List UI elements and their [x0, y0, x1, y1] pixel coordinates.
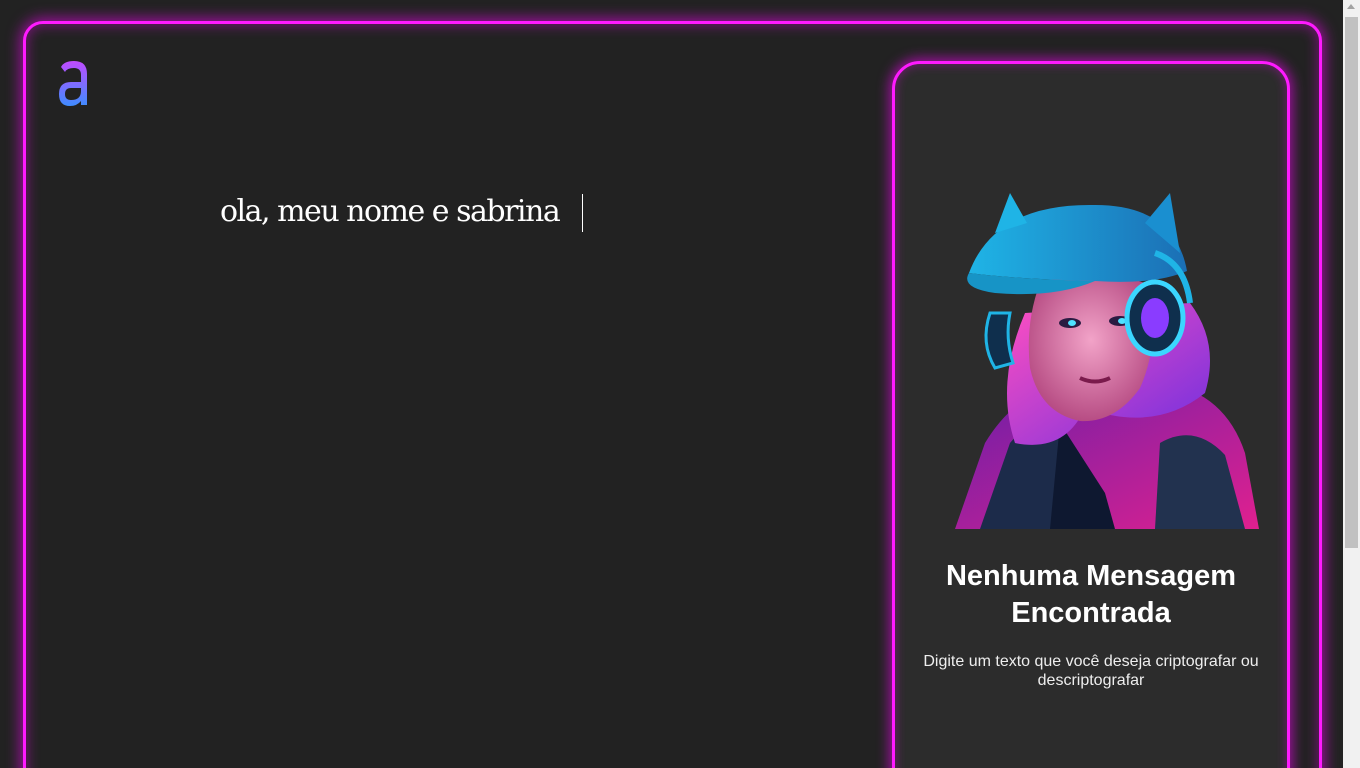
- message-input[interactable]: ola, meu nome e sabrina: [220, 190, 820, 730]
- a-letter-logo-icon: [59, 61, 87, 106]
- text-caret: [582, 194, 583, 232]
- result-title: Nenhuma Mensagem Encontrada: [945, 560, 1237, 629]
- cyberpunk-girl-headphones-illustration: [955, 193, 1259, 529]
- page-viewport: ola, meu nome e sabrina Nenhuma Mensagem…: [0, 0, 1343, 768]
- result-description: Digite um texto que você deseja criptogr…: [923, 653, 1259, 689]
- vertical-scrollbar[interactable]: [1343, 0, 1360, 768]
- scrollbar-thumb[interactable]: [1345, 17, 1358, 548]
- scroll-up-arrow-icon[interactable]: [1347, 4, 1355, 9]
